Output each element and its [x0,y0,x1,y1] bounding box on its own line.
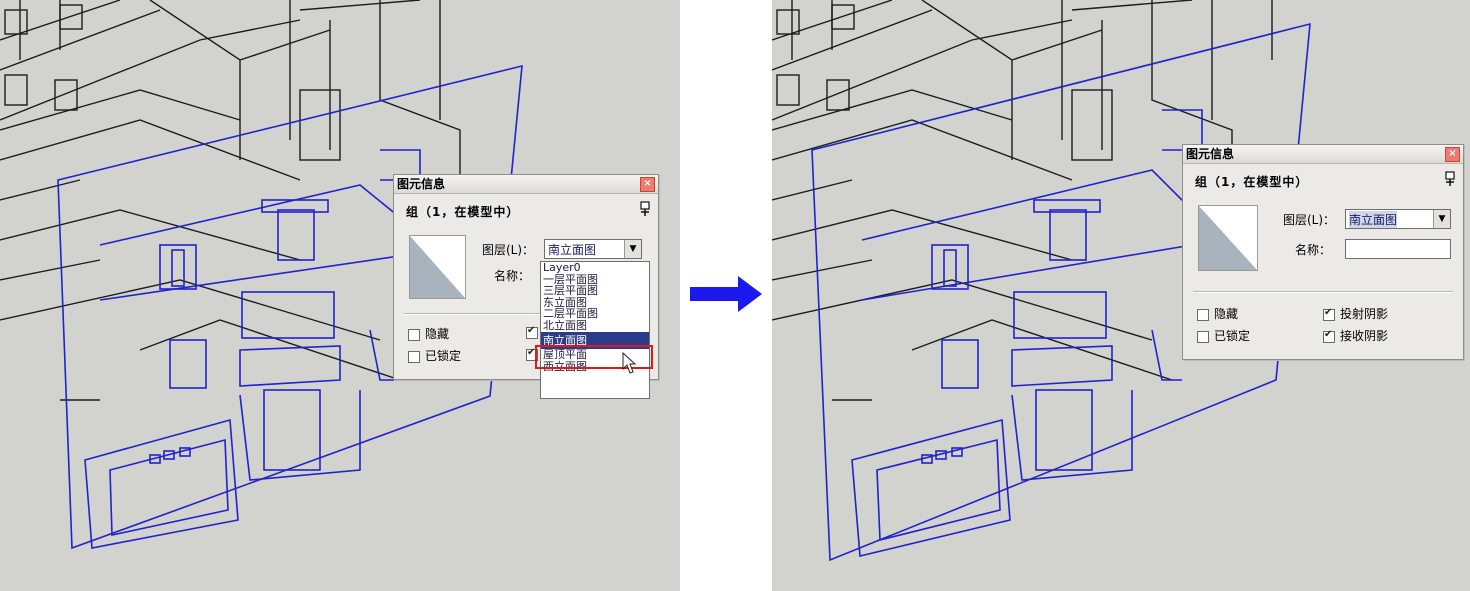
locked-checkbox[interactable] [1197,330,1209,343]
dialog-title: 图元信息 [1186,147,1235,161]
layer-select-value: 南立面图 [1349,211,1398,228]
layer-option[interactable]: 北立面图 [541,320,649,332]
cast-shadow-checkbox[interactable] [1323,307,1335,321]
right-screenshot-panel: 图元信息 × 组（1，在模型中） 图层(L)： 南立面图 ▼ 名称： 隐藏 已锁… [772,0,1470,591]
dialog-title: 图元信息 [397,177,446,191]
pin-icon[interactable] [640,201,650,217]
receive-shadow-label: 接收阴影 [1340,329,1389,343]
receive-shadow-checkbox-row[interactable]: 接收阴影 [1323,327,1388,344]
chevron-down-icon[interactable]: ▼ [624,240,641,258]
layer-select-value: 南立面图 [548,243,597,257]
hidden-checkbox-row[interactable]: 隐藏 [408,325,449,342]
layer-select[interactable]: 南立面图 ▼ [1345,209,1451,229]
entity-info-dialog: 图元信息 × 组（1，在模型中） 图层(L)： 南立面图 ▼ 名称： 隐藏 已锁… [1182,144,1464,360]
cast-shadow-label: 投射阴影 [1340,307,1389,321]
name-field[interactable] [1345,239,1451,259]
pin-icon[interactable] [1445,171,1455,187]
hidden-checkbox-row[interactable]: 隐藏 [1197,305,1238,322]
layer-dropdown-list[interactable]: Layer0 一层平面图 三层平面图 东立面图 二层平面图 北立面图 南立面图 … [540,261,650,399]
material-swatch[interactable] [1198,205,1258,271]
locked-checkbox[interactable] [408,350,420,363]
arrow-right-icon [690,276,762,312]
locked-label: 已锁定 [1214,329,1251,343]
receive-shadow-checkbox[interactable] [1323,329,1335,343]
locked-label: 已锁定 [425,349,462,363]
hidden-label: 隐藏 [425,327,450,341]
cast-shadow-checkbox[interactable] [526,325,538,339]
entity-subtitle: 组（1，在模型中） [1195,175,1309,189]
locked-checkbox-row[interactable]: 已锁定 [408,347,461,364]
mouse-cursor-icon [622,352,637,374]
chevron-down-icon[interactable]: ▼ [1433,210,1450,228]
dialog-title-bar[interactable]: 图元信息 × [1183,145,1463,164]
left-screenshot-panel: 图元信息 × 组（1，在模型中） 图层(L)： 南立面图 ▼ 名称： 隐藏 已锁… [0,0,680,591]
entity-subtitle: 组（1，在模型中） [406,205,520,219]
dialog-title-bar[interactable]: 图元信息 × [394,175,658,194]
hidden-checkbox[interactable] [1197,308,1209,321]
close-icon[interactable]: × [1445,147,1460,162]
cast-shadow-checkbox-row[interactable]: 投射阴影 [1323,305,1388,322]
material-swatch[interactable] [409,235,466,299]
layer-label: 图层(L)： [1283,213,1336,227]
locked-checkbox-row[interactable]: 已锁定 [1197,327,1250,344]
name-label: 名称： [1295,243,1332,257]
name-label: 名称： [494,269,531,283]
hidden-checkbox[interactable] [408,328,420,341]
layer-label: 图层(L)： [482,243,535,257]
divider [1193,291,1453,293]
layer-select[interactable]: 南立面图 ▼ [544,239,642,259]
hidden-label: 隐藏 [1214,307,1239,321]
divider [404,313,540,315]
layer-option[interactable]: Layer0 [541,262,649,274]
close-icon[interactable]: × [640,177,655,192]
